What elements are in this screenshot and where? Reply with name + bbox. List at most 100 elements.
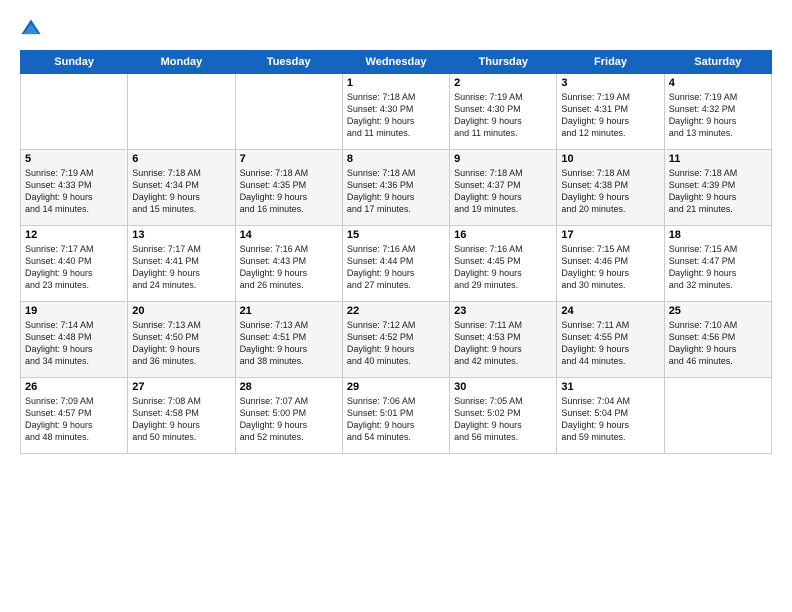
calendar-cell: 17 Sunrise: 7:15 AM Sunset: 4:46 PM Dayli… xyxy=(557,226,664,302)
day-number: 18 xyxy=(669,229,767,241)
day-info: Sunrise: 7:15 AM Sunset: 4:46 PM Dayligh… xyxy=(561,243,659,292)
day-info: Sunrise: 7:05 AM Sunset: 5:02 PM Dayligh… xyxy=(454,395,552,444)
calendar-week-4: 19Sunrise: 7:14 AM Sunset: 4:48 PM Dayli… xyxy=(21,302,772,378)
page: SundayMondayTuesdayWednesdayThursdayFrid… xyxy=(0,0,792,612)
day-number: 16 xyxy=(454,229,552,241)
day-number: 9 xyxy=(454,153,552,165)
day-number: 22 xyxy=(347,305,445,317)
weekday-wednesday: Wednesday xyxy=(342,51,449,74)
calendar-cell xyxy=(21,74,128,150)
day-number: 21 xyxy=(240,305,338,317)
calendar-cell: 18Sunrise: 7:15 AM Sunset: 4:47 PM Dayli… xyxy=(664,226,771,302)
day-info: Sunrise: 7:16 AM Sunset: 4:45 PM Dayligh… xyxy=(454,243,552,292)
calendar-table: SundayMondayTuesdayWednesdayThursdayFrid… xyxy=(20,50,772,454)
calendar-cell: 30 Sunrise: 7:05 AM Sunset: 5:02 PM Dayli… xyxy=(450,378,557,454)
day-info: Sunrise: 7:14 AM Sunset: 4:48 PM Dayligh… xyxy=(25,319,123,368)
day-info: Sunrise: 7:13 AM Sunset: 4:51 PM Dayligh… xyxy=(240,319,338,368)
day-info: Sunrise: 7:18 AM Sunset: 4:37 PM Dayligh… xyxy=(454,167,552,216)
calendar-week-3: 12 Sunrise: 7:17 AM Sunset: 4:40 PM Dayli… xyxy=(21,226,772,302)
day-number: 31 xyxy=(561,381,659,393)
calendar-cell: 20 Sunrise: 7:13 AM Sunset: 4:50 PM Dayli… xyxy=(128,302,235,378)
calendar-cell xyxy=(235,74,342,150)
day-number: 13 xyxy=(132,229,230,241)
day-info: Sunrise: 7:07 AM Sunset: 5:00 PM Dayligh… xyxy=(240,395,338,444)
day-number: 29 xyxy=(347,381,445,393)
day-number: 28 xyxy=(240,381,338,393)
calendar-cell: 4Sunrise: 7:19 AM Sunset: 4:32 PM Daylig… xyxy=(664,74,771,150)
calendar-cell: 9 Sunrise: 7:18 AM Sunset: 4:37 PM Daylig… xyxy=(450,150,557,226)
weekday-sunday: Sunday xyxy=(21,51,128,74)
weekday-tuesday: Tuesday xyxy=(235,51,342,74)
day-info: Sunrise: 7:12 AM Sunset: 4:52 PM Dayligh… xyxy=(347,319,445,368)
calendar-cell xyxy=(128,74,235,150)
calendar-week-2: 5 Sunrise: 7:19 AM Sunset: 4:33 PM Daylig… xyxy=(21,150,772,226)
day-info: Sunrise: 7:16 AM Sunset: 4:44 PM Dayligh… xyxy=(347,243,445,292)
day-info: Sunrise: 7:18 AM Sunset: 4:39 PM Dayligh… xyxy=(669,167,767,216)
calendar-week-1: 1 Sunrise: 7:18 AM Sunset: 4:30 PM Daylig… xyxy=(21,74,772,150)
calendar-cell: 5 Sunrise: 7:19 AM Sunset: 4:33 PM Daylig… xyxy=(21,150,128,226)
day-number: 6 xyxy=(132,153,230,165)
day-info: Sunrise: 7:19 AM Sunset: 4:31 PM Dayligh… xyxy=(561,91,659,140)
calendar-cell: 7 Sunrise: 7:18 AM Sunset: 4:35 PM Daylig… xyxy=(235,150,342,226)
day-info: Sunrise: 7:19 AM Sunset: 4:33 PM Dayligh… xyxy=(25,167,123,216)
day-number: 26 xyxy=(25,381,123,393)
calendar-cell: 3 Sunrise: 7:19 AM Sunset: 4:31 PM Daylig… xyxy=(557,74,664,150)
day-number: 30 xyxy=(454,381,552,393)
calendar-cell: 25 Sunrise: 7:10 AM Sunset: 4:56 PM Dayli… xyxy=(664,302,771,378)
logo xyxy=(20,18,46,40)
day-info: Sunrise: 7:10 AM Sunset: 4:56 PM Dayligh… xyxy=(669,319,767,368)
day-info: Sunrise: 7:17 AM Sunset: 4:40 PM Dayligh… xyxy=(25,243,123,292)
calendar-cell: 31 Sunrise: 7:04 AM Sunset: 5:04 PM Dayli… xyxy=(557,378,664,454)
calendar-cell xyxy=(664,378,771,454)
day-info: Sunrise: 7:18 AM Sunset: 4:35 PM Dayligh… xyxy=(240,167,338,216)
weekday-header-row: SundayMondayTuesdayWednesdayThursdayFrid… xyxy=(21,51,772,74)
day-info: Sunrise: 7:18 AM Sunset: 4:34 PM Dayligh… xyxy=(132,167,230,216)
day-number: 24 xyxy=(561,305,659,317)
day-info: Sunrise: 7:19 AM Sunset: 4:30 PM Dayligh… xyxy=(454,91,552,140)
day-info: Sunrise: 7:11 AM Sunset: 4:55 PM Dayligh… xyxy=(561,319,659,368)
calendar-cell: 23Sunrise: 7:11 AM Sunset: 4:53 PM Dayli… xyxy=(450,302,557,378)
day-number: 2 xyxy=(454,77,552,89)
day-number: 8 xyxy=(347,153,445,165)
day-number: 3 xyxy=(561,77,659,89)
day-number: 10 xyxy=(561,153,659,165)
calendar-cell: 29 Sunrise: 7:06 AM Sunset: 5:01 PM Dayli… xyxy=(342,378,449,454)
header xyxy=(20,18,772,40)
day-number: 27 xyxy=(132,381,230,393)
day-info: Sunrise: 7:18 AM Sunset: 4:38 PM Dayligh… xyxy=(561,167,659,216)
day-number: 17 xyxy=(561,229,659,241)
day-info: Sunrise: 7:06 AM Sunset: 5:01 PM Dayligh… xyxy=(347,395,445,444)
day-info: Sunrise: 7:18 AM Sunset: 4:30 PM Dayligh… xyxy=(347,91,445,140)
day-number: 20 xyxy=(132,305,230,317)
calendar-cell: 11 Sunrise: 7:18 AM Sunset: 4:39 PM Dayli… xyxy=(664,150,771,226)
calendar-cell: 8Sunrise: 7:18 AM Sunset: 4:36 PM Daylig… xyxy=(342,150,449,226)
logo-icon xyxy=(20,18,42,40)
day-number: 11 xyxy=(669,153,767,165)
day-number: 1 xyxy=(347,77,445,89)
day-info: Sunrise: 7:04 AM Sunset: 5:04 PM Dayligh… xyxy=(561,395,659,444)
calendar-week-5: 26 Sunrise: 7:09 AM Sunset: 4:57 PM Dayli… xyxy=(21,378,772,454)
calendar-cell: 16 Sunrise: 7:16 AM Sunset: 4:45 PM Dayli… xyxy=(450,226,557,302)
calendar-cell: 24 Sunrise: 7:11 AM Sunset: 4:55 PM Dayli… xyxy=(557,302,664,378)
weekday-saturday: Saturday xyxy=(664,51,771,74)
weekday-monday: Monday xyxy=(128,51,235,74)
day-info: Sunrise: 7:17 AM Sunset: 4:41 PM Dayligh… xyxy=(132,243,230,292)
weekday-friday: Friday xyxy=(557,51,664,74)
day-info: Sunrise: 7:09 AM Sunset: 4:57 PM Dayligh… xyxy=(25,395,123,444)
calendar-cell: 27 Sunrise: 7:08 AM Sunset: 4:58 PM Dayli… xyxy=(128,378,235,454)
day-info: Sunrise: 7:13 AM Sunset: 4:50 PM Dayligh… xyxy=(132,319,230,368)
calendar-cell: 26 Sunrise: 7:09 AM Sunset: 4:57 PM Dayli… xyxy=(21,378,128,454)
day-info: Sunrise: 7:16 AM Sunset: 4:43 PM Dayligh… xyxy=(240,243,338,292)
weekday-thursday: Thursday xyxy=(450,51,557,74)
day-info: Sunrise: 7:08 AM Sunset: 4:58 PM Dayligh… xyxy=(132,395,230,444)
day-number: 14 xyxy=(240,229,338,241)
calendar-cell: 2 Sunrise: 7:19 AM Sunset: 4:30 PM Daylig… xyxy=(450,74,557,150)
day-number: 7 xyxy=(240,153,338,165)
day-number: 5 xyxy=(25,153,123,165)
day-number: 12 xyxy=(25,229,123,241)
calendar-cell: 15Sunrise: 7:16 AM Sunset: 4:44 PM Dayli… xyxy=(342,226,449,302)
day-number: 25 xyxy=(669,305,767,317)
calendar-cell: 19Sunrise: 7:14 AM Sunset: 4:48 PM Dayli… xyxy=(21,302,128,378)
calendar-cell: 6 Sunrise: 7:18 AM Sunset: 4:34 PM Daylig… xyxy=(128,150,235,226)
calendar-cell: 22 Sunrise: 7:12 AM Sunset: 4:52 PM Dayli… xyxy=(342,302,449,378)
